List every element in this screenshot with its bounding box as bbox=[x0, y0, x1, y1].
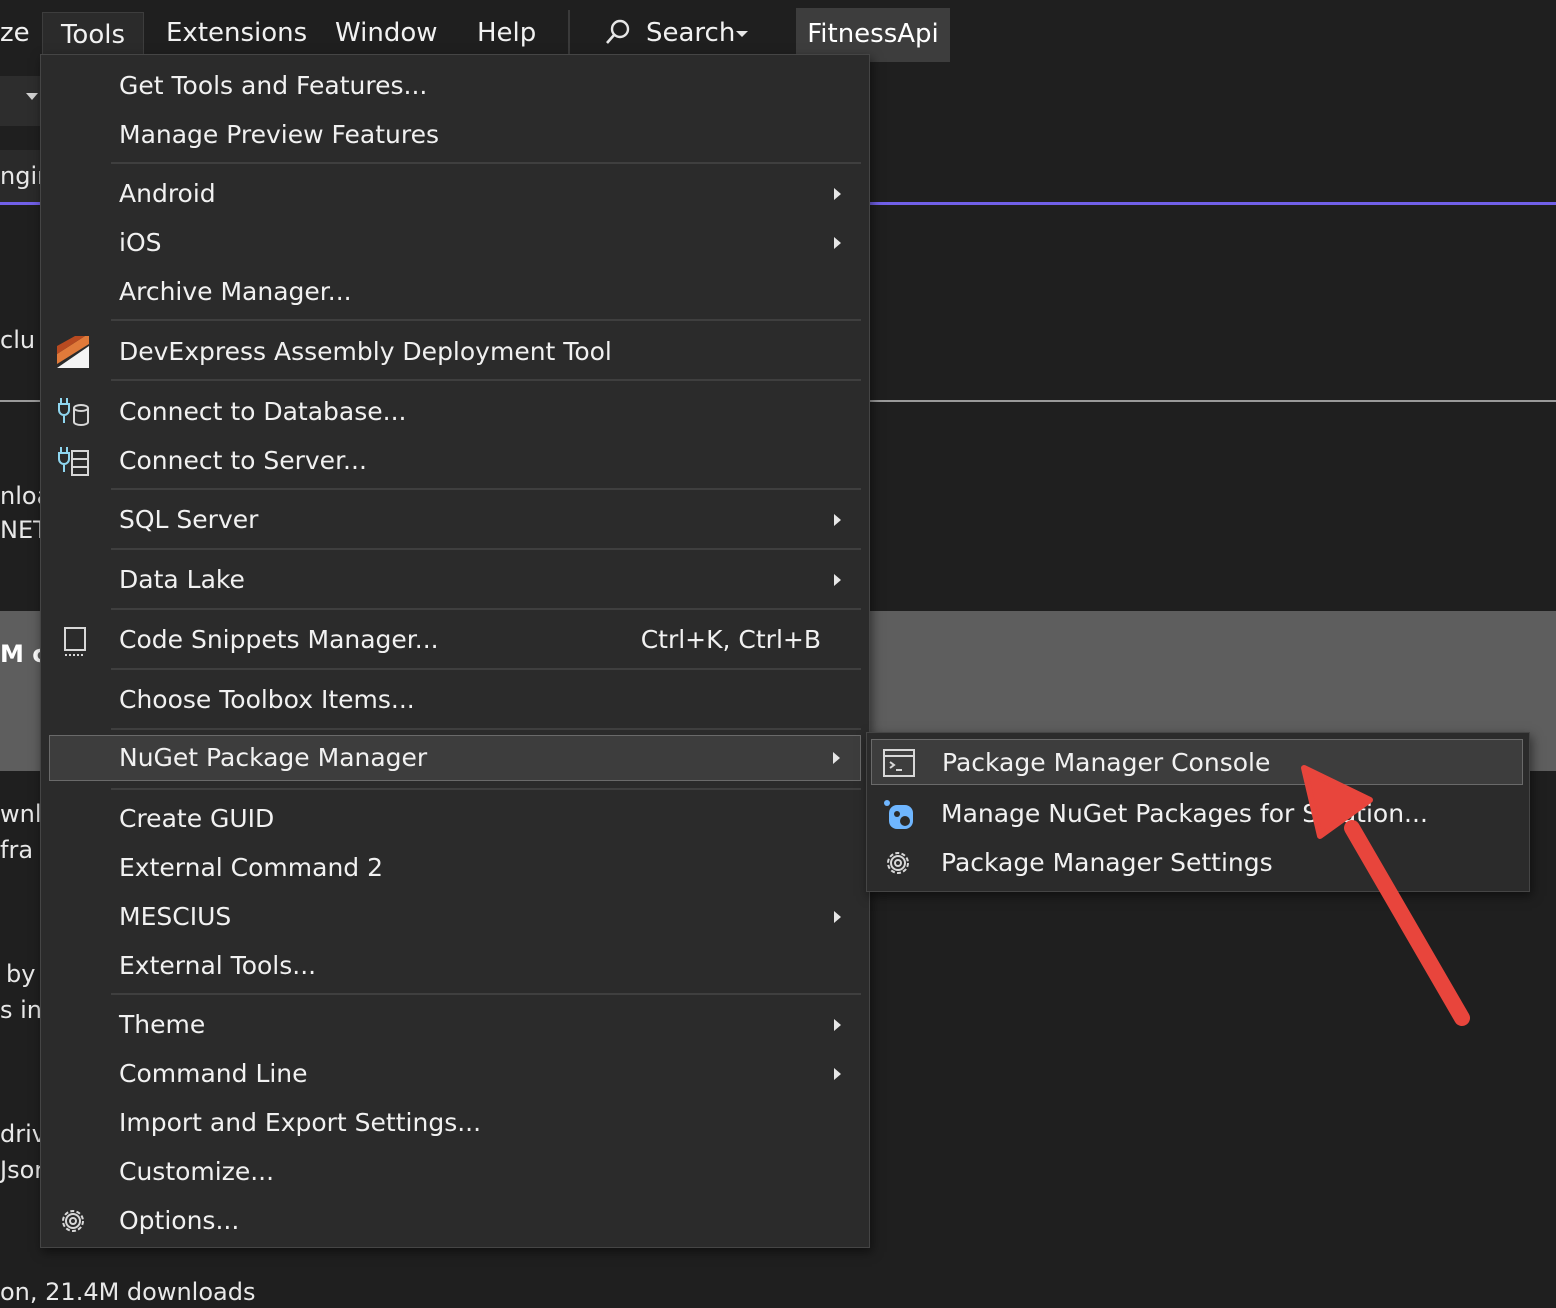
menu-item-label: Customize... bbox=[119, 1157, 275, 1186]
background-dropdown bbox=[0, 76, 42, 126]
chevron-right-icon bbox=[834, 574, 841, 586]
background-text: M c bbox=[0, 640, 40, 668]
menu-item-label: External Command 2 bbox=[119, 853, 384, 882]
menu-separator bbox=[111, 548, 861, 550]
background-text: driv bbox=[0, 1120, 40, 1148]
menu-item-mescius[interactable]: MESCIUS bbox=[49, 893, 861, 941]
menu-separator bbox=[568, 10, 570, 54]
menu-item-label: Connect to Database... bbox=[119, 397, 407, 426]
menu-item-label: Get Tools and Features... bbox=[119, 71, 428, 100]
background-text: Jsor bbox=[0, 1156, 40, 1184]
menu-item-label: Choose Toolbox Items... bbox=[119, 685, 415, 714]
menu-item-label: Create GUID bbox=[119, 804, 275, 833]
menu-item-code-snippets-manager[interactable]: Code Snippets Manager... Ctrl+K, Ctrl+B bbox=[49, 616, 861, 664]
menu-item-create-guid[interactable]: Create GUID bbox=[49, 795, 861, 843]
chevron-right-icon bbox=[833, 752, 840, 764]
menu-item-manage-preview-features[interactable]: Manage Preview Features bbox=[49, 111, 861, 159]
code-snippet-icon bbox=[64, 627, 86, 656]
menu-item-choose-toolbox-items[interactable]: Choose Toolbox Items... bbox=[49, 676, 861, 724]
background-text: ngir bbox=[0, 162, 40, 190]
menu-item-label: Android bbox=[119, 179, 216, 208]
gear-icon bbox=[887, 852, 909, 874]
menu-item-label: MESCIUS bbox=[119, 902, 232, 931]
chevron-right-icon bbox=[834, 237, 841, 249]
menu-item-label: Connect to Server... bbox=[119, 446, 367, 475]
menu-item-label: Manage Preview Features bbox=[119, 120, 440, 149]
menu-item-external-command-2[interactable]: External Command 2 bbox=[49, 844, 861, 892]
menu-item-label: SQL Server bbox=[119, 505, 259, 534]
chevron-down-icon bbox=[26, 93, 38, 100]
server-connect-icon bbox=[58, 447, 89, 476]
menu-item-customize[interactable]: Customize... bbox=[49, 1148, 861, 1196]
menu-separator bbox=[111, 488, 861, 490]
background-text: wnlo bbox=[0, 800, 40, 828]
background-text: nloa bbox=[0, 482, 40, 510]
chevron-right-icon bbox=[834, 911, 841, 923]
menu-item-label: Code Snippets Manager... bbox=[119, 625, 439, 654]
database-connect-icon bbox=[58, 398, 89, 426]
annotation-arrow-icon bbox=[1301, 765, 1470, 1026]
menu-analyze[interactable]: ze bbox=[0, 0, 30, 66]
background-text: NET bbox=[0, 516, 40, 544]
menu-separator bbox=[111, 319, 861, 321]
menu-separator bbox=[111, 728, 861, 730]
menu-item-label: DevExpress Assembly Deployment Tool bbox=[119, 337, 612, 366]
search-icon bbox=[606, 19, 630, 44]
menu-item-label: Data Lake bbox=[119, 565, 245, 594]
chevron-right-icon bbox=[834, 1019, 841, 1031]
menu-item-connect-to-server[interactable]: Connect to Server... bbox=[49, 437, 861, 485]
menu-separator bbox=[111, 162, 861, 164]
chevron-right-icon bbox=[834, 514, 841, 526]
chevron-right-icon bbox=[834, 1068, 841, 1080]
menu-item-external-tools[interactable]: External Tools... bbox=[49, 942, 861, 990]
devexpress-icon bbox=[57, 336, 89, 368]
chevron-down-icon bbox=[736, 31, 748, 37]
menu-item-nuget-package-manager[interactable]: NuGet Package Manager bbox=[49, 735, 861, 781]
menu-separator bbox=[111, 379, 861, 381]
menu-item-sql-server[interactable]: SQL Server bbox=[49, 496, 861, 544]
menu-item-options[interactable]: Options... bbox=[49, 1197, 861, 1245]
gear-icon bbox=[62, 1210, 84, 1232]
menu-item-devexpress-deployment-tool[interactable]: DevExpress Assembly Deployment Tool bbox=[49, 328, 861, 376]
background-text: clu bbox=[0, 326, 36, 354]
nuget-icon bbox=[884, 800, 913, 829]
package-download-count: on, 21.4M downloads bbox=[0, 1278, 256, 1306]
menu-item-ios[interactable]: iOS bbox=[49, 219, 861, 267]
menu-separator bbox=[111, 788, 861, 790]
background-text: by bbox=[6, 960, 36, 988]
menu-separator bbox=[111, 668, 861, 670]
menu-item-import-export-settings[interactable]: Import and Export Settings... bbox=[49, 1099, 861, 1147]
menu-item-label: Archive Manager... bbox=[119, 277, 352, 306]
menu-item-connect-to-database[interactable]: Connect to Database... bbox=[49, 388, 861, 436]
chevron-right-icon bbox=[834, 188, 841, 200]
menu-item-archive-manager[interactable]: Archive Manager... bbox=[49, 268, 861, 316]
menu-item-label: NuGet Package Manager bbox=[119, 743, 428, 772]
tools-menu: Get Tools and Features... Manage Preview… bbox=[40, 54, 870, 1248]
background-text: s inp bbox=[0, 996, 40, 1024]
menu-item-android[interactable]: Android bbox=[49, 170, 861, 218]
menu-item-label: External Tools... bbox=[119, 951, 317, 980]
console-icon bbox=[883, 749, 915, 777]
menu-item-label: Theme bbox=[119, 1010, 206, 1039]
menu-item-label: Import and Export Settings... bbox=[119, 1108, 482, 1137]
menu-item-label: Command Line bbox=[119, 1059, 308, 1088]
menu-item-shortcut: Ctrl+K, Ctrl+B bbox=[640, 625, 821, 654]
menu-separator bbox=[111, 608, 861, 610]
background-text: fra bbox=[0, 836, 34, 864]
menu-item-data-lake[interactable]: Data Lake bbox=[49, 556, 861, 604]
menu-item-label: Options... bbox=[119, 1206, 240, 1235]
menu-item-label: iOS bbox=[119, 228, 162, 257]
menu-item-command-line[interactable]: Command Line bbox=[49, 1050, 861, 1098]
menu-item-label: Package Manager Settings bbox=[941, 848, 1273, 877]
menu-separator bbox=[111, 993, 861, 995]
menu-item-get-tools-and-features[interactable]: Get Tools and Features... bbox=[49, 62, 861, 110]
menu-item-label: Package Manager Console bbox=[942, 748, 1271, 777]
menu-item-theme[interactable]: Theme bbox=[49, 1001, 861, 1049]
